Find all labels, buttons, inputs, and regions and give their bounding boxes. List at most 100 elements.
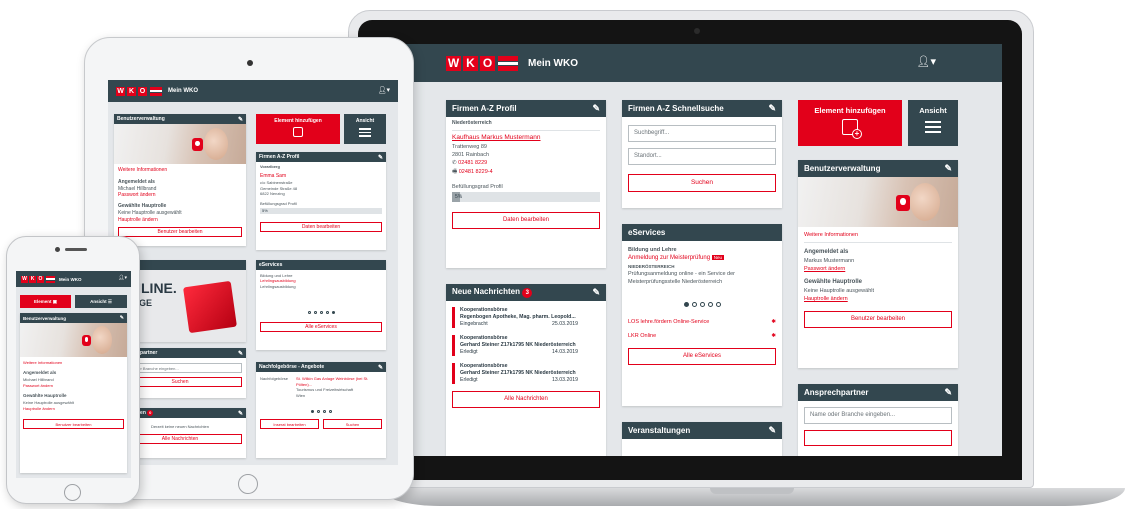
company-name-link[interactable]: Emma Sam — [256, 169, 386, 180]
change-role-link[interactable]: Hauptrolle ändern — [114, 217, 246, 224]
pencil-icon[interactable]: ✎ — [378, 154, 383, 161]
pencil-icon[interactable]: ✎ — [592, 103, 600, 114]
pencil-icon[interactable]: ✎ — [768, 425, 776, 436]
add-element-icon: + — [842, 119, 862, 139]
pencil-icon[interactable]: ✎ — [238, 350, 243, 357]
pencil-icon[interactable]: ✎ — [238, 410, 243, 417]
add-element-button[interactable]: Element ▣ — [20, 295, 71, 308]
all-news-button[interactable]: Alle Nachrichten — [452, 391, 600, 409]
search-button[interactable]: Suchen — [323, 419, 382, 430]
carousel-dot[interactable] — [331, 311, 335, 315]
news-item[interactable]: Kooperationsbörse Regenbogen Apotheke, Ma… — [452, 307, 600, 329]
news-item[interactable]: Kooperationsbörse Gerhard Steiner Z17k179… — [452, 335, 600, 357]
pencil-icon[interactable]: ✎ — [592, 287, 600, 298]
pencil-icon[interactable]: ✎ — [238, 116, 243, 123]
view-label: Ansicht — [90, 299, 107, 304]
pencil-icon[interactable]: ✎ — [944, 387, 952, 398]
carousel-dot[interactable] — [691, 302, 697, 308]
eservice-link[interactable]: Anmeldung zur Meisterprüfung — [628, 255, 710, 261]
offer-link[interactable]: St. Wilkin Gas Anlage Weinbörse (bei St.… — [296, 376, 382, 387]
user-menu-button[interactable]: 👤︎▾ — [917, 55, 937, 68]
add-element-icon: ▣ — [52, 299, 58, 304]
carousel-dot[interactable] — [316, 410, 320, 414]
carousel-dot[interactable] — [313, 311, 317, 315]
carousel-dot[interactable] — [307, 311, 311, 315]
app-title: Mein WKO — [59, 276, 82, 282]
carousel-dots[interactable] — [256, 311, 386, 315]
carousel-dot[interactable] — [715, 302, 721, 308]
edit-user-button[interactable]: Benutzer bearbeiten — [118, 227, 242, 238]
logged-in-label: Angemeldet als — [804, 249, 849, 255]
eservice-link[interactable]: LOS lehre.fördern Online-Service — [628, 319, 709, 325]
change-role-link[interactable]: Hauptrolle ändern — [20, 406, 127, 411]
change-role-link[interactable]: Hauptrolle ändern — [798, 294, 958, 302]
wko-logo[interactable]: W K O — [446, 55, 518, 71]
pencil-icon[interactable]: ✎ — [768, 103, 776, 114]
user-management-card: Benutzerverwaltung ✎ Weitere Informatione… — [114, 114, 246, 246]
change-password-link[interactable]: Passwort ändern — [798, 264, 958, 272]
phone-link[interactable]: 02481 8229 — [458, 160, 487, 166]
search-input[interactable]: Suchbegriff... — [628, 125, 776, 142]
view-button[interactable]: Ansicht — [908, 100, 958, 146]
add-element-button[interactable]: Element hinzufügen — [256, 114, 340, 144]
phone-home-button[interactable] — [64, 484, 81, 501]
eservice-link[interactable]: LKR Online — [628, 333, 656, 339]
hamburger-icon: ☰ — [107, 299, 112, 304]
chevron-down-icon: ▾ — [930, 56, 936, 68]
edit-user-button[interactable]: Benutzer bearbeiten — [23, 419, 124, 430]
logo-flag-icon — [150, 86, 162, 96]
card-title: Benutzerverwaltung — [117, 116, 165, 122]
phone-camera — [55, 247, 60, 252]
carousel-dot[interactable] — [319, 311, 323, 315]
edit-user-button[interactable]: Benutzer bearbeiten — [804, 311, 952, 328]
user-menu-button[interactable]: 👤︎▾ — [378, 86, 390, 94]
logo-letter: K — [29, 275, 36, 283]
logo-flag-icon — [46, 275, 55, 283]
pencil-icon[interactable]: ✎ — [378, 364, 383, 371]
contact-search-input[interactable]: Name oder Branche eingeben... — [804, 407, 952, 424]
search-button[interactable]: Suchen — [628, 174, 776, 192]
company-name-link[interactable]: Kaufhaus Markus Mustermann — [446, 131, 606, 143]
news-item[interactable]: Kooperationsbörse Gerhard Steiner Z17k179… — [452, 363, 600, 385]
logo-letter: W — [446, 55, 461, 71]
tablet-home-button[interactable] — [238, 474, 258, 494]
view-button[interactable]: Ansicht — [344, 114, 386, 144]
more-info-link[interactable]: Weitere Informationen — [114, 164, 246, 174]
carousel-dot[interactable] — [310, 410, 314, 414]
star-icon: ✱ — [771, 319, 776, 326]
company-profile-card: Firmen A-Z Profil ✎ Vorarlberg Emma Sam c… — [256, 152, 386, 250]
add-element-label: Element hinzufügen — [814, 106, 886, 115]
pencil-icon[interactable]: ✎ — [120, 315, 124, 321]
carousel-dot[interactable] — [699, 302, 705, 308]
company-street: Trattenweg 89 — [452, 143, 487, 150]
all-eservices-button[interactable]: Alle eServices — [628, 348, 776, 366]
logged-in-label: Angemeldet als — [23, 370, 57, 376]
location-input[interactable]: Standort... — [628, 148, 776, 165]
news-sender: Gerhard Steiner Z17k1795 NK Niederösterr… — [460, 370, 576, 377]
card-title: Veranstaltungen — [628, 426, 691, 435]
edit-listing-button[interactable]: Inserat bearbeiten — [260, 419, 319, 430]
more-info-link[interactable]: Weitere Informationen — [798, 227, 958, 238]
app-title: Mein WKO — [168, 88, 198, 94]
laptop-screen: W K O Mein WKO 👤︎▾ Firmen A-Z Profil ✎ Ni… — [380, 44, 1002, 456]
carousel-dot[interactable] — [707, 302, 713, 308]
carousel-dot[interactable] — [325, 311, 329, 315]
more-info-link[interactable]: Weitere Informationen — [20, 357, 127, 365]
change-password-link[interactable]: Passwort ändern — [114, 192, 246, 199]
pencil-icon[interactable]: ✎ — [944, 163, 952, 174]
carousel-dot[interactable] — [683, 302, 689, 308]
wko-logo[interactable]: W K O — [21, 275, 55, 283]
wko-logo[interactable]: W K O — [116, 86, 162, 96]
carousel-dot[interactable] — [322, 410, 326, 414]
all-eservices-button[interactable]: Alle eServices — [260, 322, 382, 333]
carousel-dots[interactable] — [256, 410, 386, 414]
eservice-region: NIEDERÖSTERREICH — [628, 264, 675, 269]
add-element-button[interactable]: Element hinzufügen + — [798, 100, 902, 146]
edit-data-button[interactable]: Daten bearbeiten — [452, 211, 600, 229]
carousel-dot[interactable] — [328, 410, 332, 414]
view-button[interactable]: Ansicht ☰ — [75, 295, 127, 308]
fax-link[interactable]: 02481 8229-4 — [459, 169, 493, 175]
news-title: Kooperationsbörse — [460, 363, 508, 370]
user-menu-button[interactable]: 👤︎▾ — [118, 275, 127, 281]
edit-data-button[interactable]: Daten bearbeiten — [260, 221, 382, 232]
